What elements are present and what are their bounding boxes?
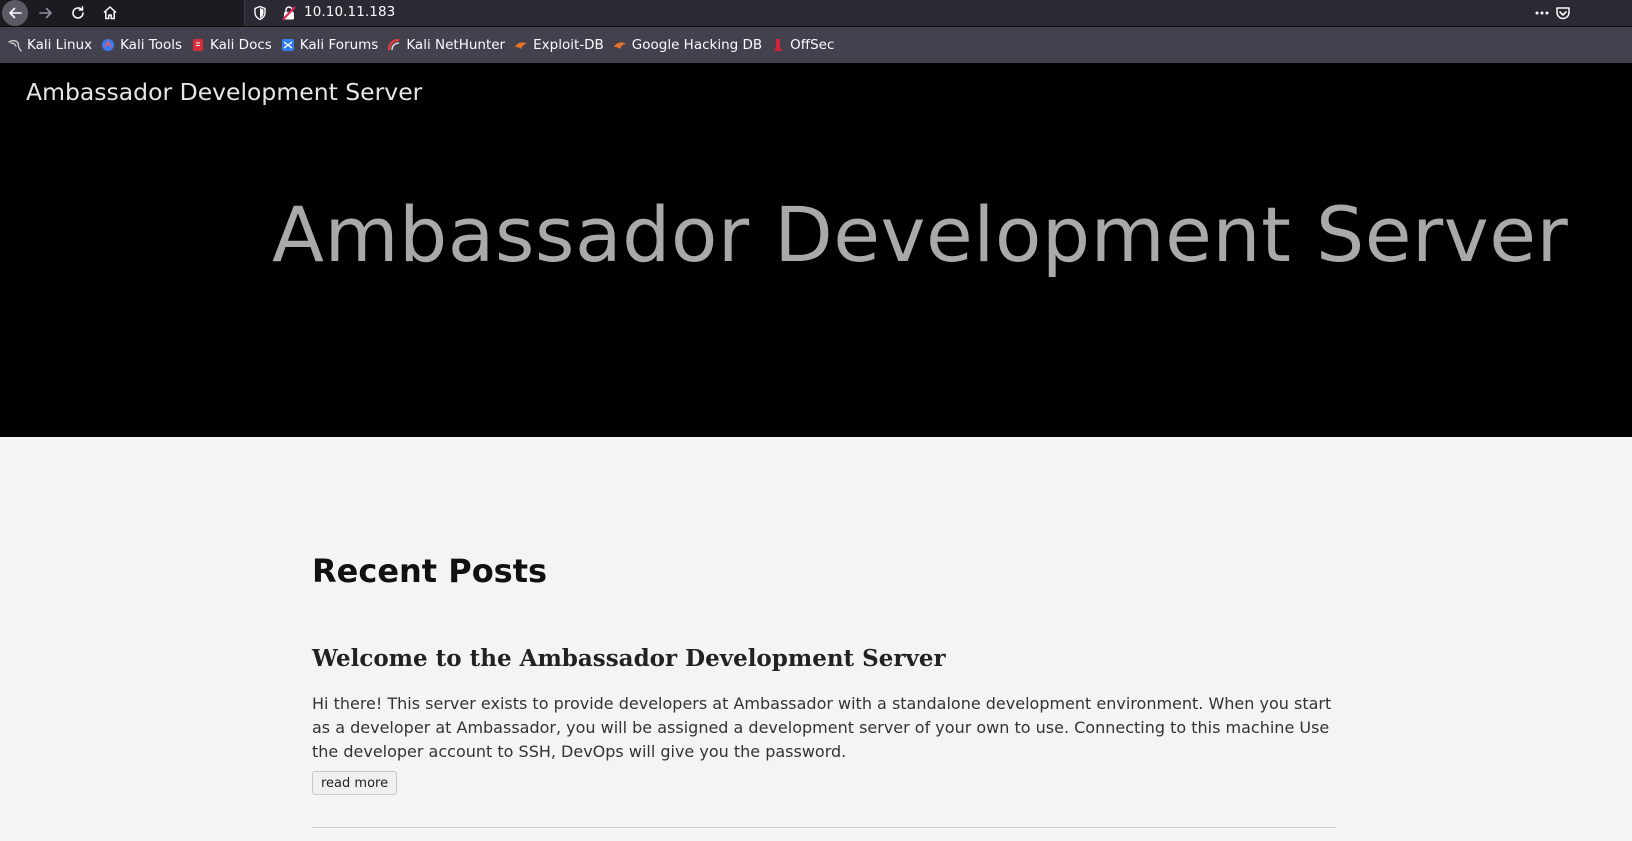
bookmark-label: Kali Docs (210, 37, 272, 53)
hero-title: Ambassador Development Server (272, 190, 1569, 279)
offsec-icon (771, 38, 785, 52)
post-excerpt: Hi there! This server exists to provide … (312, 694, 1332, 761)
site-nav-title[interactable]: Ambassador Development Server (26, 78, 422, 106)
section-heading-recent-posts: Recent Posts (312, 552, 548, 590)
bookmark-label: Kali NetHunter (406, 37, 506, 53)
reload-icon (70, 5, 86, 21)
tracking-protection-shield-icon[interactable] (253, 5, 267, 25)
bookmark-offsec[interactable]: OffSec (767, 32, 839, 58)
forward-button[interactable] (31, 0, 61, 26)
browser-toolbar: 10.10.11.183 (0, 0, 1632, 26)
bookmark-label: Kali Tools (120, 37, 182, 53)
back-arrow-icon (1, 0, 28, 26)
read-more-button[interactable]: read more (312, 771, 398, 795)
bookmark-exploit-db[interactable]: Exploit-DB (510, 32, 609, 58)
bookmark-label: Google Hacking DB (631, 37, 763, 53)
kali-tools-icon (101, 38, 115, 52)
bookmark-label: Exploit-DB (533, 37, 604, 53)
kali-nethunter-icon (387, 38, 401, 52)
bookmark-kali-docs[interactable]: Kali Docs (187, 32, 277, 58)
reload-button[interactable] (63, 0, 93, 26)
forward-arrow-icon (38, 5, 54, 21)
kali-docs-icon (191, 38, 205, 52)
kali-forums-icon (281, 38, 295, 52)
bookmark-label: OffSec (790, 37, 835, 53)
bookmark-label: Kali Forums (299, 37, 379, 53)
bookmark-kali-forums[interactable]: Kali Forums (277, 32, 384, 58)
home-icon (102, 5, 118, 21)
home-button[interactable] (95, 0, 125, 26)
url-text[interactable]: 10.10.11.183 (304, 4, 395, 20)
bookmark-kali-nethunter[interactable]: Kali NetHunter (383, 32, 510, 58)
bookmark-kali-linux[interactable]: Kali Linux (4, 32, 97, 58)
bookmarks-toolbar: Kali Linux Kali Tools Kali Docs Kali For… (0, 26, 1632, 63)
bookmark-google-hacking-db[interactable]: Google Hacking DB (609, 32, 767, 58)
insecure-connection-lock-icon[interactable] (281, 5, 297, 25)
kali-dragon-icon (8, 38, 22, 52)
page-actions-more-icon[interactable] (1534, 5, 1550, 25)
pocket-icon[interactable] (1555, 5, 1571, 25)
back-button[interactable] (0, 0, 29, 26)
web-page: Ambassador Development Server Ambassador… (0, 63, 1632, 841)
exploit-db-icon (514, 38, 528, 52)
hero-banner: Ambassador Development Server Ambassador… (0, 63, 1632, 437)
post-title[interactable]: Welcome to the Ambassador Development Se… (312, 645, 946, 672)
address-bar[interactable]: 10.10.11.183 (244, 0, 1632, 26)
post-divider (312, 827, 1336, 828)
bookmark-kali-tools[interactable]: Kali Tools (97, 32, 187, 58)
bookmark-label: Kali Linux (27, 37, 93, 53)
ghdb-icon (613, 38, 627, 52)
